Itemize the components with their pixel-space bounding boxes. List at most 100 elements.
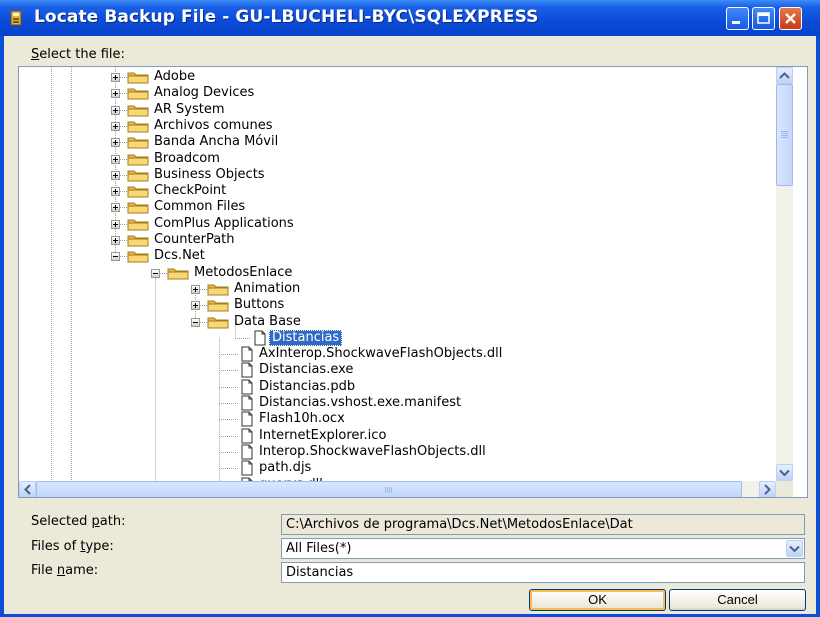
arrow-up-icon (779, 72, 790, 79)
select-file-label: Select the file: (31, 47, 125, 62)
scroll-left-button[interactable] (19, 481, 36, 497)
arrow-left-icon (24, 484, 31, 495)
tree-folder-item[interactable]: ComPlus Applications (19, 216, 776, 232)
tree-item-label: Buttons (234, 297, 285, 313)
tree-item-label: CounterPath (154, 232, 235, 247)
minimize-button[interactable] (726, 7, 749, 30)
tree-file-item[interactable]: Interop.ShockwaveFlashObjects.dll (19, 444, 776, 460)
files-of-type-dropdown-button[interactable] (786, 540, 803, 557)
scroll-down-button[interactable] (776, 464, 793, 481)
close-button[interactable] (779, 7, 802, 30)
tree-folder-item[interactable]: AR System (19, 102, 776, 118)
tree-file-item[interactable]: Distancias.vshost.exe.manifest (19, 395, 776, 411)
arrow-right-icon (764, 484, 771, 495)
expand-plus-icon[interactable] (111, 137, 120, 147)
expand-plus-icon[interactable] (111, 236, 120, 245)
close-icon (785, 13, 796, 24)
tree-item-label: ComPlus Applications (154, 215, 294, 231)
horizontal-scroll-thumb[interactable] (36, 481, 742, 497)
maximize-icon (757, 12, 770, 24)
ok-button[interactable]: OK (529, 589, 666, 611)
file-tree[interactable]: Adobe Analog Devices AR System Archivos com… (18, 66, 808, 498)
expand-plus-icon[interactable] (191, 284, 200, 294)
tree-item-label: Archivos comunes (154, 117, 273, 133)
expand-plus-icon[interactable] (111, 219, 120, 229)
expand-plus-icon[interactable] (111, 155, 120, 164)
tree-file-item[interactable]: path.djs (19, 460, 776, 476)
scroll-corner (776, 481, 793, 497)
tree-item-label: Dcs.Net (154, 248, 205, 264)
tree-item-label: Distancias.exe (259, 362, 354, 378)
folder-icon (127, 137, 149, 149)
expand-plus-icon[interactable] (111, 186, 120, 196)
files-of-type-select[interactable]: All Files(*) (281, 538, 805, 559)
folder-icon (127, 219, 149, 231)
files-of-type-label-pre: Files of (31, 539, 81, 554)
scroll-up-button[interactable] (776, 67, 793, 84)
expand-plus-icon[interactable] (111, 202, 120, 212)
expand-plus-icon[interactable] (111, 121, 120, 131)
expand-plus-icon[interactable] (111, 170, 120, 180)
tree-folder-item[interactable]: CounterPath (19, 232, 776, 248)
horizontal-scrollbar[interactable] (19, 481, 776, 497)
tree-folder-item[interactable]: Animation (19, 281, 776, 297)
tree-file-item[interactable]: InternetExplorer.ico (19, 428, 776, 444)
folder-icon (207, 317, 229, 328)
file-name-input[interactable]: Distancias (281, 562, 805, 583)
selected-path-field[interactable]: C:\Archivos de programa\Dcs.Net\MetodosE… (281, 514, 805, 535)
file-icon (241, 460, 253, 476)
folder-icon (167, 268, 189, 280)
arrow-down-icon (779, 469, 790, 477)
tree-item-label: Flash10h.ocx (259, 411, 345, 427)
vertical-scroll-thumb[interactable] (776, 84, 793, 186)
tree-item-label: Distancias.vshost.exe.manifest (259, 395, 462, 410)
collapse-minus-icon[interactable] (111, 251, 120, 261)
tree-file-item[interactable]: Distancias.pdb (19, 379, 776, 395)
expand-plus-icon[interactable] (111, 73, 120, 82)
tree-folder-item[interactable]: Banda Ancha Móvil (19, 134, 776, 150)
tree-folder-item[interactable]: Adobe (19, 69, 776, 85)
folder-icon (127, 105, 149, 117)
vertical-scrollbar[interactable] (776, 67, 793, 481)
tree-folder-item[interactable]: Dcs.Net (19, 248, 776, 264)
tree-file-item[interactable]: Distancias.exe (19, 362, 776, 378)
expand-plus-icon[interactable] (111, 105, 120, 115)
tree-folder-item[interactable]: Data Base (19, 314, 776, 330)
tree-folder-item[interactable]: Business Objects (19, 167, 776, 183)
scroll-right-button[interactable] (759, 481, 776, 497)
file-icon (241, 362, 253, 378)
chevron-down-icon (789, 545, 800, 553)
tree-item-label: Interop.ShockwaveFlashObjects.dll (259, 443, 486, 459)
tree-folder-item[interactable]: CheckPoint (19, 183, 776, 199)
title-bar[interactable]: Locate Backup File - GU-LBUCHELI-BYC\SQL… (0, 0, 820, 36)
folder-icon (127, 121, 149, 133)
tree-folder-item[interactable]: MetodosEnlace (19, 265, 776, 281)
folder-icon (127, 251, 149, 263)
window-title: Locate Backup File - GU-LBUCHELI-BYC\SQL… (34, 7, 539, 27)
maximize-button[interactable] (752, 7, 775, 30)
tree-item-label: Distancias.pdb (259, 378, 356, 394)
tree-item-label: InternetExplorer.ico (259, 427, 387, 443)
tree-folder-item[interactable]: Archivos comunes (19, 118, 776, 134)
tree-item-label: AxInterop.ShockwaveFlashObjects.dll (259, 346, 503, 362)
collapse-minus-icon[interactable] (151, 268, 160, 278)
tree-file-item[interactable]: Flash10h.ocx (19, 411, 776, 427)
tree-file-item[interactable]: AxInterop.ShockwaveFlashObjects.dll (19, 346, 776, 362)
tree-view[interactable]: Adobe Analog Devices AR System Archivos com… (19, 67, 776, 481)
selected-path-label-post: ath: (99, 514, 126, 529)
tree-folder-item[interactable]: Analog Devices (19, 85, 776, 101)
tree-file-item[interactable]: Distancias (19, 329, 776, 346)
folder-icon (207, 284, 229, 296)
expand-plus-icon[interactable] (111, 88, 120, 98)
file-icon (241, 411, 253, 427)
cancel-button[interactable]: Cancel (669, 589, 806, 611)
tree-item-label: Adobe (154, 69, 196, 84)
tree-item-label: Banda Ancha Móvil (154, 134, 279, 150)
tree-folder-item[interactable]: Common Files (19, 199, 776, 215)
tree-folder-item[interactable]: Broadcom (19, 151, 776, 167)
file-icon (254, 330, 266, 346)
tree-item-label: Business Objects (154, 166, 265, 182)
collapse-minus-icon[interactable] (191, 318, 200, 327)
tree-folder-item[interactable]: Buttons (19, 297, 776, 313)
expand-plus-icon[interactable] (191, 300, 200, 310)
